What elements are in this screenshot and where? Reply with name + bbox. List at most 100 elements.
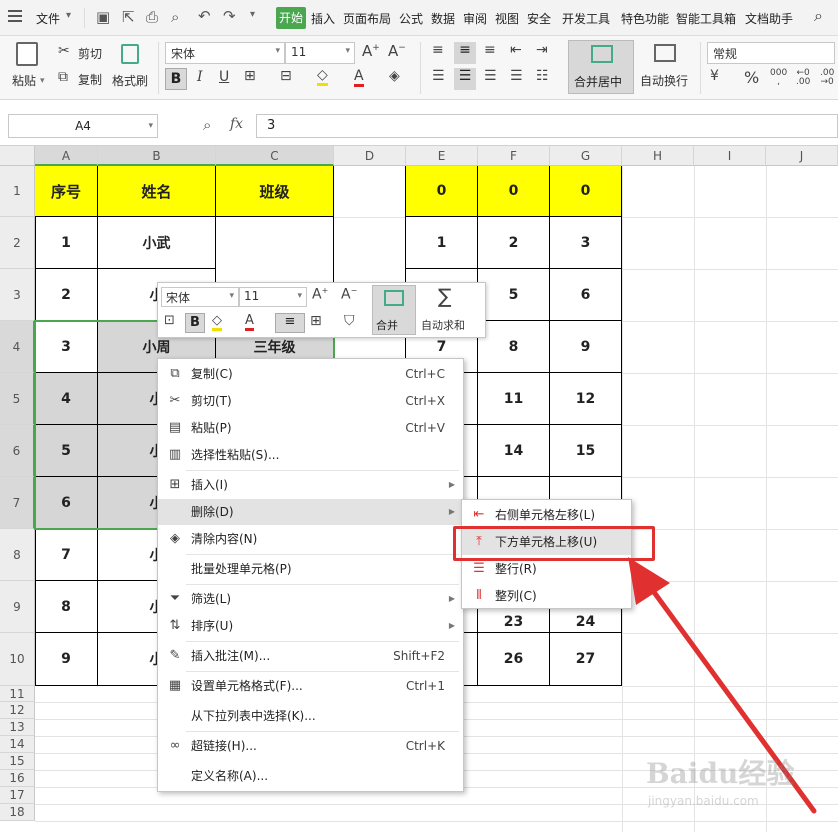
tab-formulas[interactable]: 公式 bbox=[399, 10, 423, 27]
formula-input[interactable]: 3 bbox=[256, 114, 838, 138]
row-header-18[interactable]: 18 bbox=[0, 804, 35, 821]
column-header-b[interactable]: B bbox=[98, 146, 216, 166]
row-header-12[interactable]: 12 bbox=[0, 702, 35, 719]
fx-icon[interactable]: fx bbox=[230, 116, 243, 132]
menu-item-cut[interactable]: ✂ 剪切(T) Ctrl+X bbox=[158, 388, 463, 414]
chevron-down-icon[interactable]: ▾ bbox=[66, 10, 71, 21]
font-shrink-icon[interactable]: A− bbox=[388, 42, 406, 60]
menu-item-insert-comment[interactable]: ✎ 插入批注(M)... Shift+F2 bbox=[158, 643, 463, 669]
font-color-icon[interactable]: A bbox=[354, 68, 364, 87]
row-header-10[interactable]: 10 bbox=[0, 633, 35, 686]
tab-review[interactable]: 审阅 bbox=[463, 10, 487, 27]
tab-doc-assistant[interactable]: 文档助手 bbox=[745, 10, 793, 27]
undo-icon[interactable]: ↶ bbox=[198, 7, 211, 25]
column-header-i[interactable]: I bbox=[694, 146, 766, 166]
row-header-3[interactable]: 3 bbox=[0, 269, 35, 321]
cell-e2[interactable]: 1 bbox=[406, 217, 478, 269]
cell-f1[interactable]: 0 bbox=[478, 166, 550, 217]
cell-f2[interactable]: 2 bbox=[478, 217, 550, 269]
align-center-icon[interactable]: ☰ bbox=[454, 68, 476, 90]
cell-g6[interactable]: 15 bbox=[550, 425, 622, 477]
menu-item-define-name[interactable]: 定义名称(A)... bbox=[158, 763, 463, 789]
column-header-d[interactable]: D bbox=[334, 146, 406, 166]
export-icon[interactable]: ⇱ bbox=[122, 8, 135, 26]
row-header-7[interactable]: 7 bbox=[0, 477, 35, 529]
italic-button[interactable]: I bbox=[197, 69, 203, 85]
row-header-15[interactable]: 15 bbox=[0, 753, 35, 770]
align-top-icon[interactable]: ≡ bbox=[432, 42, 444, 58]
menu-item-clear-contents[interactable]: ◈ 清除内容(N) bbox=[158, 526, 463, 552]
cell-f3[interactable]: 5 bbox=[478, 269, 550, 321]
row-header-9[interactable]: 9 bbox=[0, 581, 35, 633]
row-header-11[interactable]: 11 bbox=[0, 686, 35, 702]
cell-g2[interactable]: 3 bbox=[550, 217, 622, 269]
cell-a10[interactable]: 9 bbox=[35, 633, 98, 686]
row-header-16[interactable]: 16 bbox=[0, 770, 35, 787]
wrap-text-button[interactable]: 自动换行 bbox=[640, 72, 688, 89]
cell-a8[interactable]: 7 bbox=[35, 529, 98, 581]
row-header-14[interactable]: 14 bbox=[0, 736, 35, 753]
row-header-13[interactable]: 13 bbox=[0, 719, 35, 736]
tab-data[interactable]: 数据 bbox=[431, 10, 455, 27]
tab-smart-tools[interactable]: 智能工具箱 bbox=[676, 10, 736, 27]
merge-center-button[interactable]: 合并居中 bbox=[568, 40, 634, 94]
menu-item-pick-from-list[interactable]: 从下拉列表中选择(K)... bbox=[158, 703, 463, 729]
row-header-1[interactable]: 1 bbox=[0, 166, 35, 217]
print-icon[interactable]: ⎙ bbox=[146, 8, 158, 26]
cell-f4[interactable]: 8 bbox=[478, 321, 550, 373]
menu-item-format-cells[interactable]: ▦ 设置单元格格式(F)... Ctrl+1 bbox=[158, 673, 463, 699]
merge-style-icon[interactable]: ⊟ bbox=[280, 68, 292, 84]
paste-icon[interactable] bbox=[16, 42, 38, 66]
menu-item-hyperlink[interactable]: ∞ 超链接(H)... Ctrl+K bbox=[158, 733, 463, 759]
select-all-corner[interactable] bbox=[0, 146, 35, 166]
thousands-icon[interactable]: 000, bbox=[770, 69, 787, 87]
mini-border-icon[interactable]: ⊞ bbox=[310, 313, 322, 329]
align-left-icon[interactable]: ☰ bbox=[432, 68, 445, 84]
indent-inc-icon[interactable]: ⇥ bbox=[536, 42, 548, 58]
row-header-17[interactable]: 17 bbox=[0, 787, 35, 804]
cell-f5[interactable]: 11 bbox=[478, 373, 550, 425]
menu-item-paste-special[interactable]: ▥ 选择性粘贴(S)... bbox=[158, 442, 463, 468]
mini-autosum-button[interactable]: 自动求和 bbox=[421, 317, 465, 333]
mini-font-name-select[interactable]: 宋体 ▾ bbox=[161, 287, 239, 307]
inc-decimal-icon[interactable]: ←0.00 bbox=[796, 69, 810, 87]
menu-item-delete[interactable]: 删除(D) ▶ bbox=[158, 499, 463, 525]
border-icon[interactable]: ⊞ bbox=[244, 68, 256, 84]
distribute-icon[interactable]: ☷ bbox=[536, 68, 549, 84]
cell-f6[interactable]: 14 bbox=[478, 425, 550, 477]
row-header-5[interactable]: 5 bbox=[0, 373, 35, 425]
cell-g1[interactable]: 0 bbox=[550, 166, 622, 217]
hamburger-icon[interactable] bbox=[8, 10, 22, 22]
menu-item-paste[interactable]: ▤ 粘贴(P) Ctrl+V bbox=[158, 415, 463, 441]
cell-f10[interactable]: 26 bbox=[478, 633, 550, 686]
align-bottom-icon[interactable]: ≡ bbox=[484, 42, 496, 58]
row-header-2[interactable]: 2 bbox=[0, 217, 35, 269]
tab-view[interactable]: 视图 bbox=[495, 10, 519, 27]
menu-item-filter[interactable]: ⏷ 筛选(L) ▶ bbox=[158, 586, 463, 612]
dec-decimal-icon[interactable]: .00 →0 bbox=[820, 69, 834, 87]
font-size-select[interactable]: 11 ▾ bbox=[285, 42, 355, 64]
zoom-icon[interactable]: ⌕ bbox=[203, 116, 211, 134]
tab-features[interactable]: 特色功能 bbox=[621, 10, 669, 27]
save-icon[interactable]: ▣ bbox=[96, 8, 110, 26]
file-menu[interactable]: 文件 bbox=[36, 10, 60, 27]
format-painter-icon[interactable] bbox=[121, 44, 139, 64]
format-painter-button[interactable]: 格式刷 bbox=[112, 72, 148, 89]
bold-button[interactable]: B bbox=[165, 68, 187, 90]
tab-page-layout[interactable]: 页面布局 bbox=[343, 10, 391, 27]
row-header-4[interactable]: 4 bbox=[0, 321, 35, 373]
column-header-c[interactable]: C bbox=[216, 146, 334, 166]
cell-g4[interactable]: 9 bbox=[550, 321, 622, 373]
tab-home[interactable]: 开始 bbox=[276, 7, 306, 29]
cell-g3[interactable]: 6 bbox=[550, 269, 622, 321]
clear-icon[interactable]: ◈ bbox=[389, 68, 400, 84]
cell-e1[interactable]: 0 bbox=[406, 166, 478, 217]
mini-font-grow-icon[interactable]: A+ bbox=[312, 286, 328, 303]
number-format-select[interactable]: 常规 bbox=[707, 42, 835, 64]
menu-item-batch-process[interactable]: 批量处理单元格(P) bbox=[158, 556, 463, 582]
indent-dec-icon[interactable]: ⇤ bbox=[510, 42, 522, 58]
mini-format-icon[interactable]: ⊡ bbox=[164, 313, 175, 328]
tab-security[interactable]: 安全 bbox=[527, 10, 551, 27]
mini-merge-button[interactable]: 合并 bbox=[372, 285, 416, 335]
font-grow-icon[interactable]: A+ bbox=[362, 42, 380, 60]
